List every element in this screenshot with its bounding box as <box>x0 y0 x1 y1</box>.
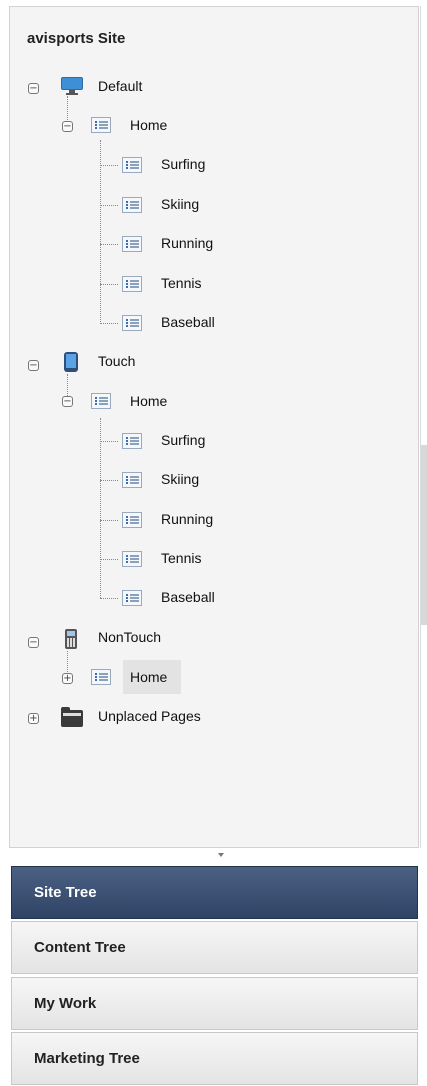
tree-connector <box>100 480 118 481</box>
page-icon <box>122 197 142 213</box>
expand-toggle-nontouch-home[interactable]: + <box>62 673 73 684</box>
monitor-icon <box>61 77 83 95</box>
tab-content-tree[interactable]: Content Tree <box>11 921 418 974</box>
tree-node-touch[interactable]: Touch <box>98 353 135 369</box>
page-icon <box>122 472 142 488</box>
tree-connector <box>67 374 68 398</box>
page-icon <box>122 276 142 292</box>
tree-node-default-baseball[interactable]: Baseball <box>161 314 215 330</box>
expand-toggle-unplaced[interactable]: + <box>28 713 39 724</box>
tree-node-touch-tennis[interactable]: Tennis <box>161 550 201 566</box>
site-title: avisports Site <box>27 30 126 47</box>
tree-node-default-tennis[interactable]: Tennis <box>161 275 201 291</box>
page-icon <box>122 512 142 528</box>
collapse-toggle-default[interactable]: − <box>28 83 39 94</box>
tree-node-touch-home[interactable]: Home <box>130 393 167 409</box>
tree-connector <box>100 205 118 206</box>
tree-node-default-running[interactable]: Running <box>161 235 213 251</box>
tree-node-default-skiing[interactable]: Skiing <box>161 196 199 212</box>
tree-node-touch-baseball[interactable]: Baseball <box>161 589 215 605</box>
tree-node-unplaced-pages[interactable]: Unplaced Pages <box>98 708 201 724</box>
tree-connector <box>100 559 118 560</box>
tree-connector <box>100 284 118 285</box>
tree-connector <box>100 140 101 324</box>
tree-connector <box>100 418 101 598</box>
collapse-toggle-nontouch[interactable]: − <box>28 637 39 648</box>
page-icon <box>91 669 111 685</box>
tree-connector <box>100 520 118 521</box>
panel-splitter[interactable] <box>9 851 419 859</box>
tree-node-touch-skiing[interactable]: Skiing <box>161 471 199 487</box>
page-icon <box>122 590 142 606</box>
phone-icon <box>65 629 77 649</box>
tree-node-touch-surfing[interactable]: Surfing <box>161 432 205 448</box>
tree-node-default[interactable]: Default <box>98 78 142 94</box>
right-collapse-strip[interactable] <box>420 6 427 848</box>
tablet-icon <box>64 352 78 372</box>
tree-node-nontouch[interactable]: NonTouch <box>98 629 161 645</box>
tab-marketing-tree[interactable]: Marketing Tree <box>11 1032 418 1085</box>
tree-connector <box>100 441 118 442</box>
tab-my-work[interactable]: My Work <box>11 977 418 1030</box>
tree-node-nontouch-home[interactable]: Home <box>130 669 167 685</box>
tree-node-default-home[interactable]: Home <box>130 117 167 133</box>
page-icon <box>122 551 142 567</box>
page-icon <box>91 117 111 133</box>
page-icon <box>122 236 142 252</box>
tree-connector <box>67 651 68 672</box>
tree-node-default-surfing[interactable]: Surfing <box>161 156 205 172</box>
collapse-toggle-default-home[interactable]: − <box>62 121 73 132</box>
tab-site-tree[interactable]: Site Tree <box>11 866 418 919</box>
tree-connector <box>100 244 118 245</box>
side-scroll-handle[interactable] <box>421 445 427 625</box>
tree-connector <box>100 598 118 599</box>
page-icon <box>122 315 142 331</box>
tree-connector <box>100 323 118 324</box>
collapse-toggle-touch-home[interactable]: − <box>62 396 73 407</box>
page-icon <box>122 157 142 173</box>
tree-connector <box>67 96 68 122</box>
folder-icon <box>61 707 83 727</box>
tree-node-touch-running[interactable]: Running <box>161 511 213 527</box>
collapse-toggle-touch[interactable]: − <box>28 360 39 371</box>
tree-connector <box>100 165 118 166</box>
page-icon <box>122 433 142 449</box>
chevron-down-icon <box>218 853 224 857</box>
page-icon <box>91 393 111 409</box>
